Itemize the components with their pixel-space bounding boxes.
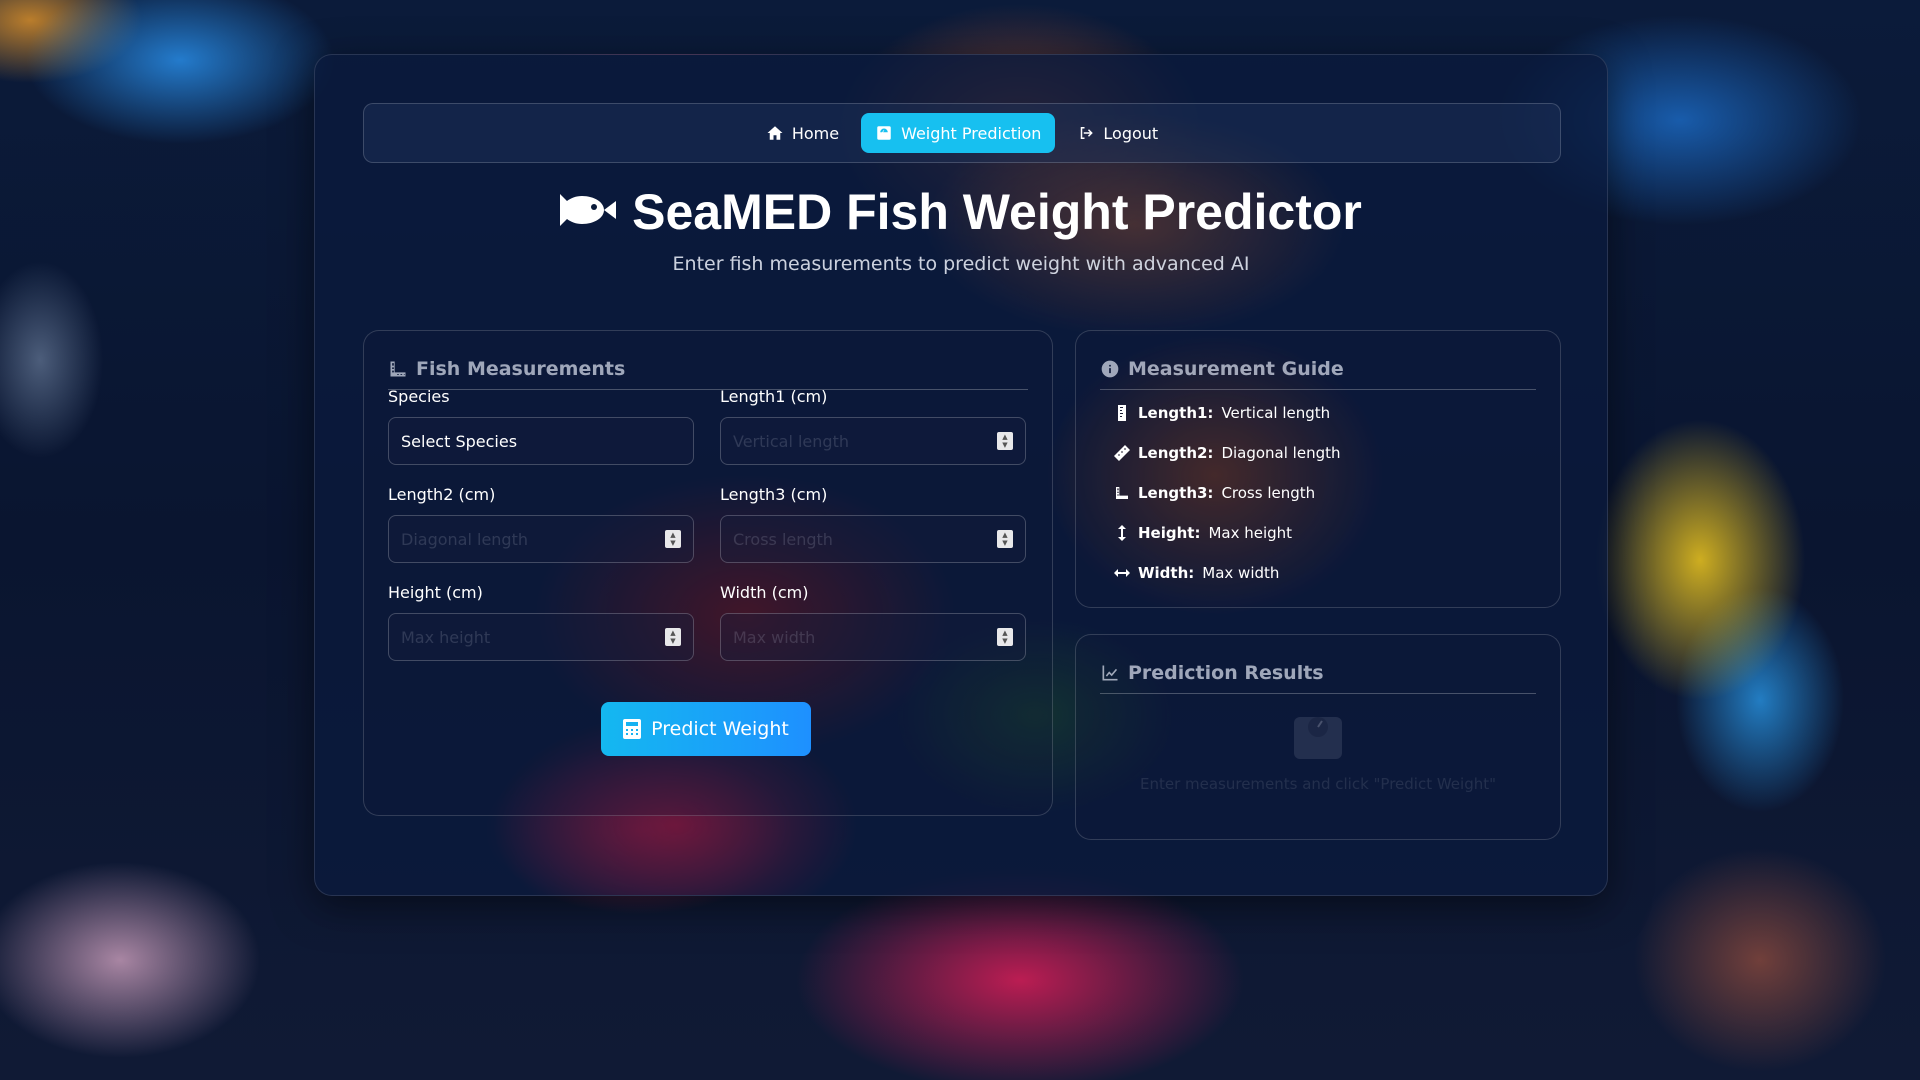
width-label: Width (cm) bbox=[720, 583, 809, 602]
guide-item-length1: Length1: Vertical length bbox=[1114, 393, 1341, 433]
width-placeholder: Max width bbox=[733, 627, 816, 647]
fish-icon bbox=[560, 190, 617, 234]
ruler-combined-icon bbox=[390, 361, 406, 377]
guide-term-length2: Length2: bbox=[1138, 444, 1214, 462]
length1-placeholder: Vertical length bbox=[733, 431, 849, 451]
height-input[interactable]: Max height ▲ ▼ bbox=[388, 613, 694, 661]
measurements-panel: Fish Measurements Species Select Species… bbox=[363, 330, 1053, 816]
nav-logout[interactable]: Logout bbox=[1063, 113, 1172, 153]
species-select-value: Select Species bbox=[401, 431, 518, 451]
scale-icon bbox=[1294, 717, 1342, 759]
results-empty-state: Enter measurements and click "Predict We… bbox=[1076, 713, 1560, 793]
height-label: Height (cm) bbox=[388, 583, 483, 602]
length3-input[interactable]: Cross length ▲ ▼ bbox=[720, 515, 1026, 563]
width-stepper[interactable]: ▲ ▼ bbox=[997, 628, 1013, 646]
results-panel: Prediction Results Enter measurements an… bbox=[1075, 634, 1561, 840]
guide-desc-height: Max height bbox=[1208, 524, 1293, 542]
nav-home[interactable]: Home bbox=[752, 113, 853, 153]
measurements-panel-title: Fish Measurements bbox=[416, 358, 626, 380]
guide-desc-length2: Diagonal length bbox=[1221, 444, 1341, 462]
measurements-panel-header: Fish Measurements bbox=[388, 355, 1028, 390]
length2-input[interactable]: Diagonal length ▲ ▼ bbox=[388, 515, 694, 563]
guide-desc-width: Max width bbox=[1202, 564, 1280, 582]
nav-weight-prediction[interactable]: Weight Prediction bbox=[861, 113, 1056, 153]
predict-weight-label: Predict Weight bbox=[651, 718, 789, 740]
guide-item-length3: Length3: Cross length bbox=[1114, 473, 1341, 513]
page-title: SeaMED Fish Weight Predictor bbox=[632, 184, 1362, 240]
guide-term-height: Height: bbox=[1138, 524, 1201, 542]
guide-panel-title: Measurement Guide bbox=[1128, 358, 1344, 380]
ruler-vertical-icon bbox=[1118, 405, 1126, 421]
length2-placeholder: Diagonal length bbox=[401, 529, 528, 549]
species-select[interactable]: Select Species bbox=[388, 417, 694, 465]
scale-icon bbox=[877, 126, 891, 140]
guide-item-width: Width: Max width bbox=[1114, 553, 1341, 593]
length1-stepper[interactable]: ▲ ▼ bbox=[997, 432, 1013, 450]
ruler-combined-icon bbox=[1116, 487, 1128, 499]
guide-item-height: Height: Max height bbox=[1114, 513, 1341, 553]
guide-list: Length1: Vertical length Length2: Diagon… bbox=[1114, 393, 1341, 593]
length2-stepper[interactable]: ▲ ▼ bbox=[665, 530, 681, 548]
guide-desc-length3: Cross length bbox=[1221, 484, 1316, 502]
guide-term-length1: Length1: bbox=[1138, 404, 1214, 422]
calculator-icon bbox=[623, 719, 642, 739]
logout-icon bbox=[1081, 127, 1094, 139]
length3-label: Length3 (cm) bbox=[720, 485, 828, 504]
page-header: SeaMED Fish Weight Predictor bbox=[315, 183, 1607, 241]
height-placeholder: Max height bbox=[401, 627, 491, 647]
guide-panel-header: Measurement Guide bbox=[1100, 355, 1536, 390]
length1-label: Length1 (cm) bbox=[720, 387, 828, 406]
predict-weight-button[interactable]: Predict Weight bbox=[601, 702, 811, 756]
info-icon bbox=[1101, 360, 1119, 378]
ruler-diagonal-icon bbox=[1114, 445, 1130, 461]
results-panel-header: Prediction Results bbox=[1100, 659, 1536, 694]
guide-item-length2: Length2: Diagonal length bbox=[1114, 433, 1341, 473]
guide-term-width: Width: bbox=[1138, 564, 1195, 582]
results-empty-text: Enter measurements and click "Predict We… bbox=[1139, 775, 1497, 793]
length3-placeholder: Cross length bbox=[733, 529, 833, 549]
width-input[interactable]: Max width ▲ ▼ bbox=[720, 613, 1026, 661]
guide-panel: Measurement Guide Length1: Vertical leng… bbox=[1075, 330, 1561, 608]
height-stepper[interactable]: ▲ ▼ bbox=[665, 628, 681, 646]
guide-desc-length1: Vertical length bbox=[1221, 404, 1331, 422]
page-subtitle: Enter fish measurements to predict weigh… bbox=[672, 253, 1250, 275]
main-card: Home Weight Prediction Logout SeaMED Fis… bbox=[314, 54, 1608, 896]
guide-term-length3: Length3: bbox=[1138, 484, 1214, 502]
top-nav: Home Weight Prediction Logout bbox=[363, 103, 1561, 163]
length3-stepper[interactable]: ▲ ▼ bbox=[997, 530, 1013, 548]
arrows-vertical-icon bbox=[1118, 525, 1126, 541]
line-chart-icon bbox=[1102, 665, 1118, 681]
nav-home-label: Home bbox=[791, 123, 840, 143]
length2-label: Length2 (cm) bbox=[388, 485, 496, 504]
nav-logout-label: Logout bbox=[1103, 123, 1159, 143]
arrows-horizontal-icon bbox=[1114, 569, 1130, 577]
home-icon bbox=[767, 126, 783, 140]
nav-weight-prediction-label: Weight Prediction bbox=[901, 123, 1042, 143]
length1-input[interactable]: Vertical length ▲ ▼ bbox=[720, 417, 1026, 465]
species-label: Species bbox=[388, 387, 450, 406]
results-panel-title: Prediction Results bbox=[1128, 662, 1324, 684]
